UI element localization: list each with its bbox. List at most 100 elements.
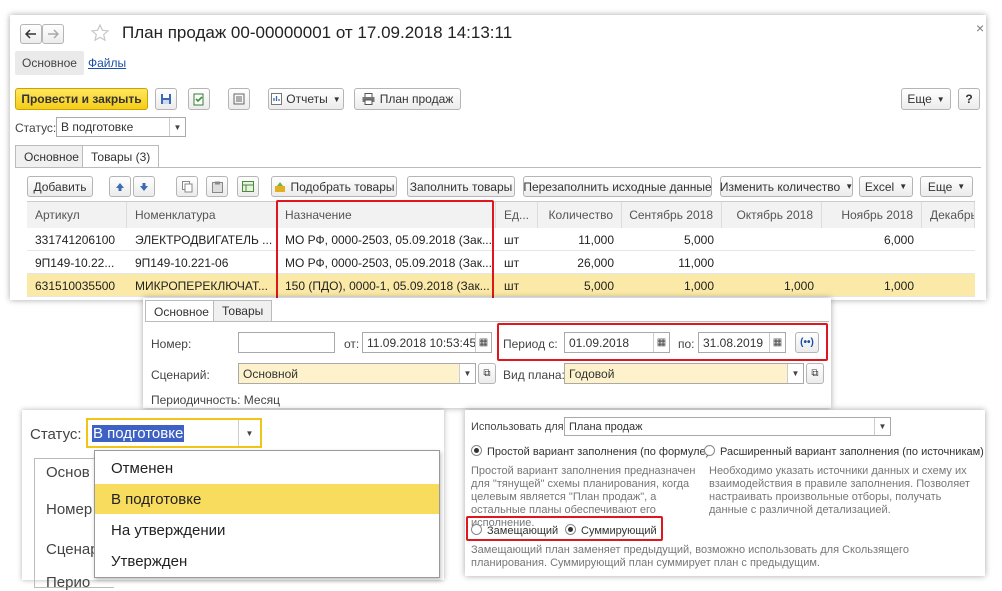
copy-button[interactable] (176, 176, 198, 197)
goods-table: Артикул Номенклатура Назначение Ед... Ко… (27, 201, 975, 300)
fill-goods-button[interactable]: Заполнить товары (407, 176, 515, 197)
forward-button[interactable] (42, 24, 64, 44)
chevron-down-icon[interactable]: ▼ (169, 118, 185, 136)
table-row[interactable]: 9П149-10.22... 9П149-10.221-06 МО РФ, 00… (27, 251, 975, 274)
radio-extended[interactable]: Расширенный вариант заполнения (по источ… (704, 445, 984, 458)
chevron-down-icon[interactable]: ▼ (787, 364, 803, 383)
plan-type-open-button[interactable]: ⧉ (806, 363, 824, 384)
behind-tab-main: Основ (46, 464, 90, 481)
calendar-icon[interactable]: ▦ (769, 333, 785, 352)
behind-periodicity-label: Перио (46, 574, 91, 591)
more-button[interactable]: Еще ▼ (901, 88, 951, 110)
column-header-nomenclature[interactable]: Номенклатура (127, 202, 277, 228)
period-select-button[interactable]: (••) (795, 332, 819, 353)
printer-icon (362, 93, 375, 105)
date-input[interactable]: 11.09.2018 10:53:45 ▦ (362, 332, 492, 353)
change-quantity-button[interactable]: Изменить количество ▼ (720, 176, 853, 197)
floppy-icon (160, 93, 172, 105)
sales-plan-print-button[interactable]: План продаж (354, 88, 461, 110)
status-select-open[interactable]: В подготовке ▼ (86, 418, 262, 448)
chevron-down-icon: ▼ (936, 94, 945, 104)
arrow-left-icon (25, 29, 37, 39)
column-header-dec-2018[interactable]: Декабрь (922, 202, 975, 228)
status-select[interactable]: В подготовке ▼ (56, 117, 186, 137)
refill-data-button[interactable]: Перезаполнить исходные данные (523, 176, 712, 197)
move-down-button[interactable] (133, 176, 155, 197)
option-approved[interactable]: Утвержден (95, 546, 439, 576)
radio-replacing-indicator[interactable] (471, 524, 482, 535)
radio-replacing[interactable]: Замещающий (471, 524, 558, 537)
column-header-article[interactable]: Артикул (27, 202, 127, 228)
window-title: План продаж 00-00000001 от 17.09.2018 14… (122, 23, 513, 42)
scenario-select[interactable]: Основной ▼ (238, 363, 476, 384)
post-button[interactable] (188, 88, 210, 110)
radio-summing-indicator[interactable] (565, 524, 576, 535)
period-to-input[interactable]: 31.08.2019 ▦ (698, 332, 786, 353)
chevron-down-icon: ▼ (957, 182, 966, 191)
column-header-quantity[interactable]: Количество (538, 202, 622, 228)
clipboard-icon (211, 181, 223, 193)
back-button[interactable] (20, 24, 42, 44)
table-more-label: Еще (927, 179, 953, 194)
plan-type-value: Годовой (569, 366, 615, 381)
add-button[interactable]: Добавить (27, 176, 93, 197)
nav-tab-main[interactable]: Основное (15, 51, 84, 75)
option-in-preparation[interactable]: В подготовке (95, 484, 439, 514)
scenario-label: Сценарий: (151, 368, 210, 382)
save-button[interactable] (155, 88, 177, 110)
help-button[interactable]: ? (958, 88, 980, 110)
scenario-open-button[interactable]: ⧉ (478, 363, 496, 384)
column-header-sep-2018[interactable]: Сентябрь 2018 (622, 202, 722, 228)
calendar-icon[interactable]: ▦ (653, 333, 669, 352)
radio-simple[interactable]: Простой вариант заполнения (по формуле) (471, 445, 709, 458)
radio-summing[interactable]: Суммирующий (565, 524, 657, 537)
column-header-oct-2018[interactable]: Октябрь 2018 (722, 202, 822, 228)
cell-unit: шт (504, 232, 520, 247)
option-on-approval[interactable]: На утверждении (95, 515, 439, 545)
list-button[interactable] (228, 88, 250, 110)
number-label: Номер: (151, 337, 192, 351)
radio-simple-indicator[interactable] (471, 445, 482, 456)
move-up-button[interactable] (109, 176, 131, 197)
tab-goods[interactable]: Товары (3) (82, 145, 160, 168)
option-cancelled[interactable]: Отменен (95, 453, 439, 483)
table-more-button[interactable]: Еще ▼ (920, 176, 973, 197)
pick-goods-button[interactable]: Подобрать товары (271, 176, 397, 197)
period-from-input[interactable]: 01.09.2018 ▦ (564, 332, 670, 353)
use-for-select[interactable]: Плана продаж ▼ (564, 417, 891, 436)
grid-icon (242, 181, 254, 192)
period-to-label: по: (678, 337, 695, 351)
column-header-unit[interactable]: Ед... (496, 202, 538, 228)
calendar-icon[interactable]: ▦ (475, 333, 491, 352)
tab-main[interactable]: Основное (15, 145, 88, 167)
nav-tab-files[interactable]: Файлы (88, 56, 126, 70)
cell-sep: 11,000 (678, 255, 714, 270)
number-input[interactable] (238, 332, 335, 353)
radio-extended-indicator[interactable] (704, 445, 715, 456)
radio-extended-label: Расширенный вариант заполнения (по источ… (720, 446, 984, 458)
cell-dec (922, 274, 975, 297)
post-and-close-button[interactable]: Провести и закрыть (15, 88, 148, 110)
chevron-down-icon[interactable]: ▼ (874, 418, 890, 435)
plan-type-select[interactable]: Годовой ▼ (564, 363, 804, 384)
table-row-selected[interactable]: 631510035500 МИКРОПЕРЕКЛЮЧАТ... 150 (ПДО… (27, 274, 975, 297)
star-icon[interactable] (90, 23, 110, 43)
table-row[interactable]: 331741206100 ЭЛЕКТРОДВИГАТЕЛЬ ... МО РФ,… (27, 228, 975, 251)
column-header-purpose[interactable]: Назначение (277, 202, 496, 228)
cell-purpose: МО РФ, 0000-2503, 05.09.2018 (Зак... (285, 232, 492, 247)
arrow-up-icon (115, 182, 125, 192)
cell-article: 631510035500 (35, 278, 116, 293)
chevron-down-icon[interactable]: ▼ (238, 420, 260, 446)
close-icon[interactable]: × (976, 20, 984, 36)
chevron-down-icon[interactable]: ▼ (459, 364, 475, 383)
extended-hint: Необходимо указать источники данных и сх… (709, 465, 970, 516)
tab-main-2[interactable]: Основное (145, 300, 218, 322)
column-header-nov-2018[interactable]: Ноябрь 2018 (822, 202, 922, 228)
reports-button[interactable]: Отчеты ▼ (268, 88, 344, 110)
cell-oct: 1,000 (783, 278, 814, 293)
tab-goods-2[interactable]: Товары (213, 300, 273, 321)
table-settings-button[interactable] (237, 176, 259, 197)
paste-button[interactable] (206, 176, 228, 197)
copy-icon (181, 180, 193, 193)
excel-button[interactable]: Excel ▼ (859, 176, 913, 197)
